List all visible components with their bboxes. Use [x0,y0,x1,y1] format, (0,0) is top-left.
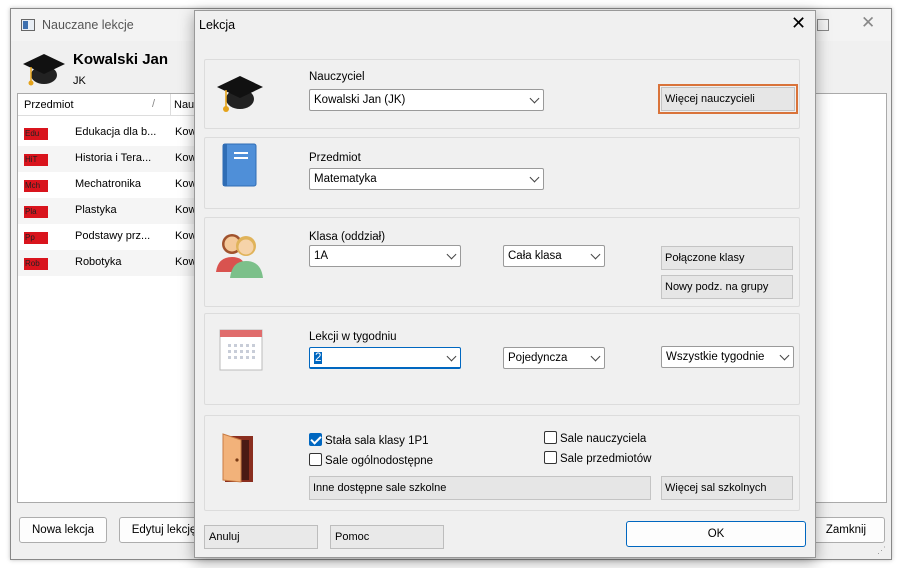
resize-grip-icon[interactable]: ⋰ [877,545,886,556]
calendar-icon [219,329,263,371]
subject-name: Mechatronika [75,178,142,190]
subject-group: Przedmiot Matematyka [204,137,800,209]
list-item[interactable]: Pp Podstawy prz... Kow [18,224,196,250]
class-group: Klasa (oddział) 1A Cała klasa Połączone … [204,217,800,307]
lessons-per-week-select[interactable]: 2 [309,347,461,369]
subject-label: Przedmiot [309,152,361,164]
list-item[interactable]: HiT Historia i Tera... Kow [18,146,196,172]
teacher-rooms-checkbox[interactable]: Sale nauczyciela [544,431,646,445]
other-rooms-button[interactable]: Inne dostępne sale szkolne [309,476,651,500]
subject-select[interactable]: Matematyka [309,168,544,190]
new-lesson-button[interactable]: Nowa lekcja [19,517,107,543]
class-label: Klasa (oddział) [309,231,386,243]
close-icon[interactable]: ✕ [791,13,806,34]
class-select-value: 1A [314,250,329,262]
lessons-per-week-value: 2 [314,352,323,364]
subject-name: Historia i Tera... [75,152,152,164]
column-subject[interactable]: Przedmiot [24,99,74,111]
graduation-cap-icon [23,54,65,86]
user-name: Kowalski Jan [73,51,169,68]
checkbox-icon [544,451,557,464]
public-rooms-label: Sale ogólnodostępne [325,455,434,467]
public-rooms-checkbox[interactable]: Sale ogólnodostępne [309,453,433,467]
subject-name: Plastyka [75,204,117,216]
lessons-list[interactable]: Przedmiot / Nauc Edu Edukacja dla b... K… [17,93,200,503]
subject-badge: Mch [24,180,48,192]
chevron-down-icon [446,249,457,260]
ok-button[interactable]: OK [626,521,806,547]
subject-name: Podstawy prz... [75,230,151,242]
lessons-label: Lekcji w tygodniu [309,331,397,343]
lesson-length-select[interactable]: Pojedyncza [503,347,605,369]
weeks-select[interactable]: Wszystkie tygodnie [661,346,794,368]
chevron-down-icon [529,172,540,183]
subject-badge: Pla [24,206,48,218]
lesson-dialog: Lekcja ✕ Nauczyciel Kowalski Jan (JK) Wi… [194,10,816,558]
list-item[interactable]: Edu Edukacja dla b... Kow [18,120,196,146]
lesson-length-value: Pojedyncza [508,352,568,364]
subject-badge: Edu [24,128,48,140]
class-select[interactable]: 1A [309,245,461,267]
chevron-down-icon [779,350,790,361]
list-item[interactable]: Mch Mechatronika Kow [18,172,196,198]
lessons-window-title: Nauczane lekcje [42,18,134,32]
subject-badge: Pp [24,232,48,244]
lessons-per-week-group: Lekcji w tygodniu 2 Pojedyncza Wszystkie… [204,313,800,405]
lesson-details-panel [811,93,887,503]
teacher-label: Nauczyciel [309,71,365,83]
sort-icon: / [152,98,156,110]
rooms-group: Stała sala klasy 1P1 Sale ogólnodostępne… [204,415,800,511]
subject-badge: Rob [24,258,48,270]
subject-select-value: Matematyka [314,173,377,185]
more-rooms-button[interactable]: Więcej sal szkolnych [661,476,793,500]
checkbox-icon [309,453,322,466]
subject-rooms-checkbox[interactable]: Sale przedmiotów [544,451,651,465]
checkbox-icon [544,431,557,444]
subject-name: Robotyka [75,256,122,268]
help-button[interactable]: Pomoc [330,525,444,549]
students-icon [216,234,263,278]
group-select[interactable]: Cała klasa [503,245,605,267]
subject-badge: HiT [24,154,48,166]
checkbox-checked-icon [309,433,322,446]
more-teachers-button[interactable]: Więcej nauczycieli [661,87,795,111]
chevron-down-icon [590,351,601,362]
teacher-select-value: Kowalski Jan (JK) [314,94,406,106]
fixed-room-checkbox[interactable]: Stała sala klasy 1P1 [309,433,429,447]
column-divider[interactable] [170,94,171,116]
close-button[interactable]: Zamknij [807,517,885,543]
teacher-select[interactable]: Kowalski Jan (JK) [309,89,544,111]
subject-name: Edukacja dla b... [75,126,157,138]
weeks-select-value: Wszystkie tygodnie [666,351,765,363]
user-short: JK [73,75,86,87]
dialog-title: Lekcja [199,18,236,32]
teacher-group: Nauczyciel Kowalski Jan (JK) Więcej nauc… [204,59,800,129]
chevron-down-icon [529,93,540,104]
joined-classes-button[interactable]: Połączone klasy [661,246,793,270]
fixed-room-label: Stała sala klasy 1P1 [325,435,429,447]
more-teachers-highlight: Więcej nauczycieli [658,84,798,114]
chevron-down-icon [446,351,457,362]
group-select-value: Cała klasa [508,250,562,262]
list-header: Przedmiot / Nauc [18,94,200,116]
maximize-icon[interactable] [817,19,829,31]
close-icon[interactable]: ✕ [861,13,875,33]
subject-rooms-label: Sale przedmiotów [560,453,652,465]
new-split-button[interactable]: Nowy podz. na grupy [661,275,793,299]
list-item[interactable]: Rob Robotyka Kow [18,250,196,276]
app-window-icon [21,19,35,31]
cancel-button[interactable]: Anuluj [204,525,318,549]
book-icon [222,143,257,187]
teacher-rooms-label: Sale nauczyciela [560,433,647,445]
chevron-down-icon [590,249,601,260]
list-item[interactable]: Pla Plastyka Kow [18,198,196,224]
door-icon [222,433,253,483]
graduation-cap-icon [217,76,263,112]
